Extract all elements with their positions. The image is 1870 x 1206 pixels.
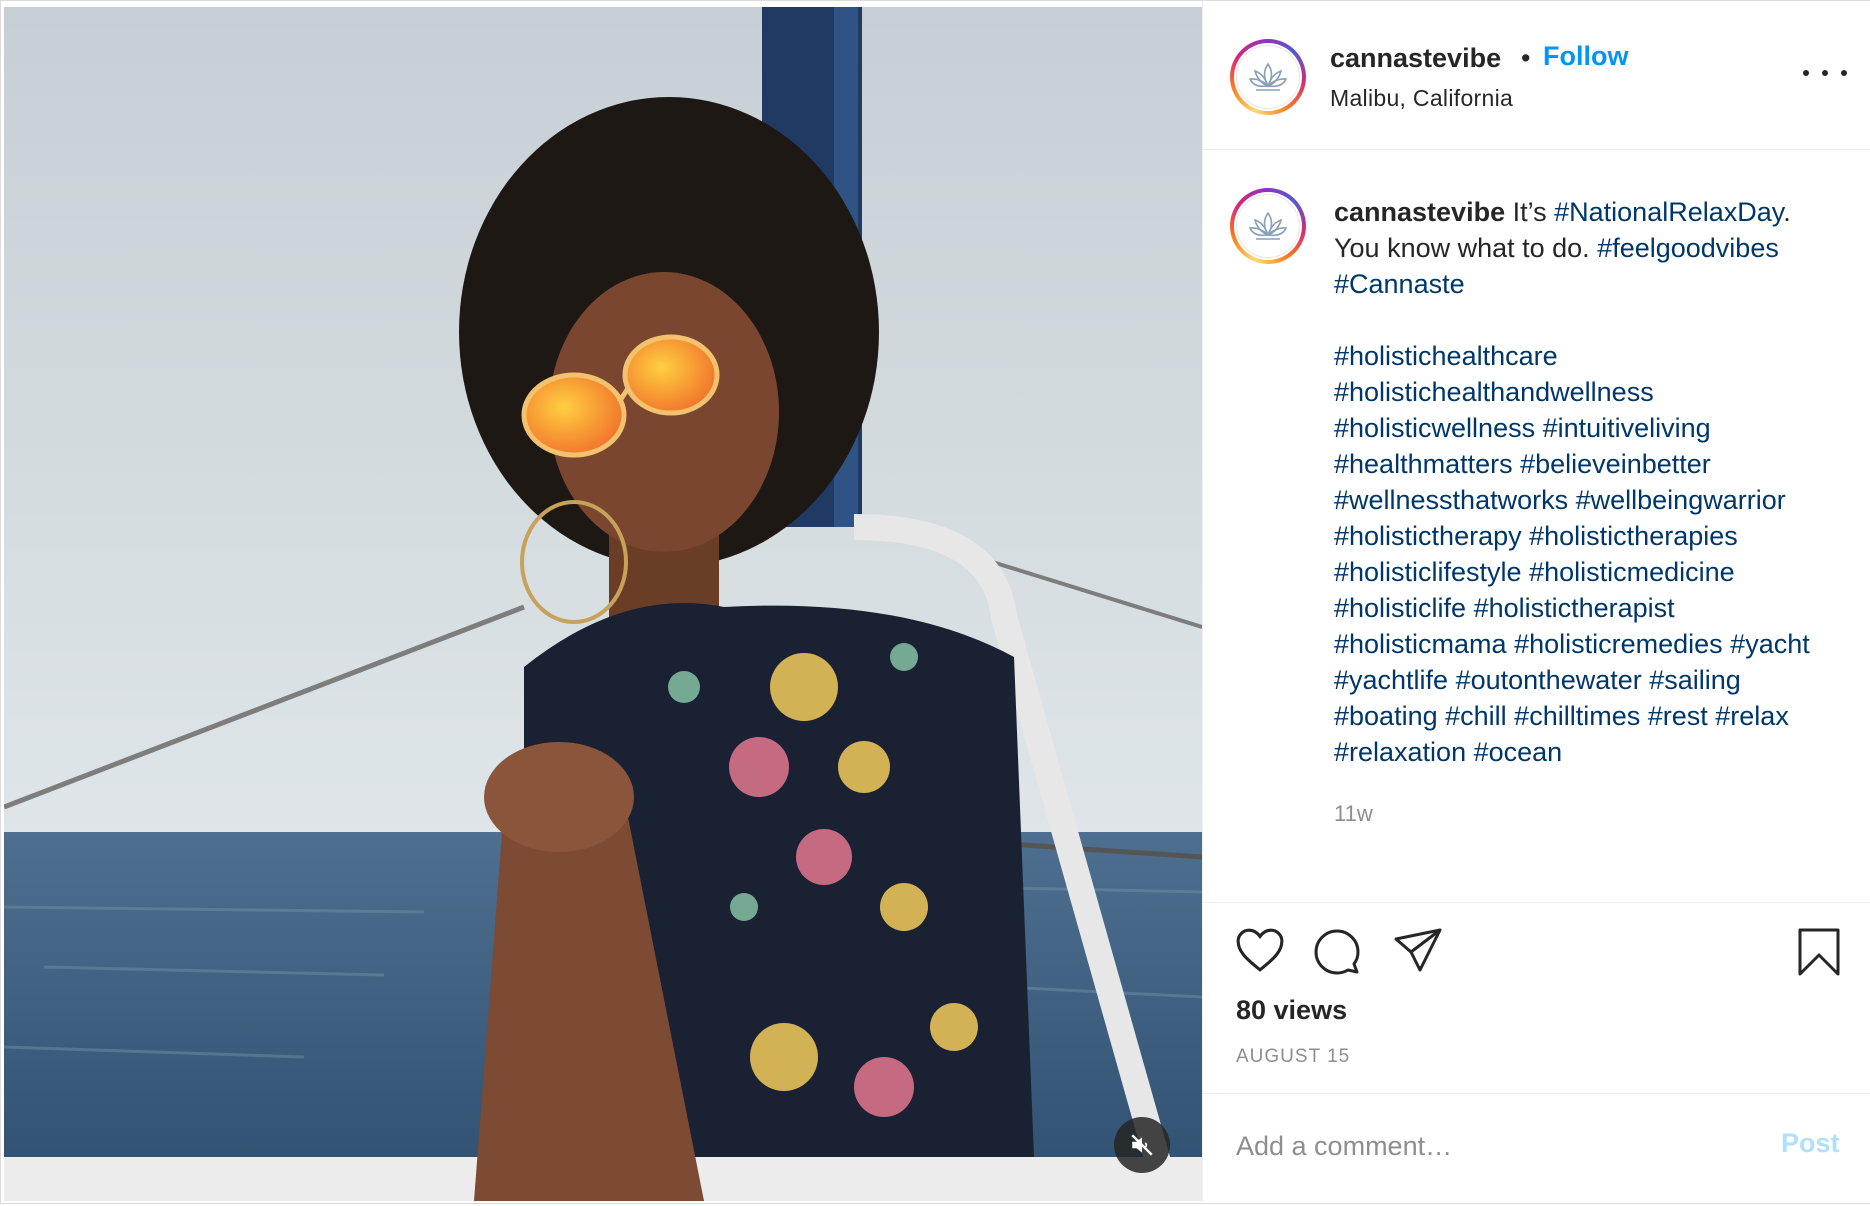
location-link[interactable]: Malibu, California	[1330, 85, 1513, 112]
comment-button[interactable]	[1313, 927, 1361, 980]
like-button[interactable]	[1235, 927, 1285, 978]
hashtag-link[interactable]: #holisticremedies	[1514, 629, 1723, 659]
hashtag-link[interactable]: #holistictherapist	[1474, 593, 1675, 623]
hashtag-link[interactable]: #yachtlife	[1334, 665, 1448, 695]
hashtag-link[interactable]: #wellnessthatworks	[1334, 485, 1568, 515]
caption-text-segment	[1466, 737, 1474, 767]
muted-speaker-icon	[1131, 1134, 1153, 1156]
avatar[interactable]	[1230, 39, 1306, 115]
caption-text-segment	[1738, 521, 1746, 551]
caption-text-segment	[1466, 593, 1474, 623]
mute-toggle-button[interactable]	[1114, 1117, 1170, 1173]
hashtag-link[interactable]: #chilltimes	[1514, 701, 1640, 731]
caption-text-segment	[1522, 557, 1530, 587]
caption-text-segment	[1535, 413, 1543, 443]
hashtag-link[interactable]: #relax	[1715, 701, 1789, 731]
hashtag-link[interactable]: #holistictherapy	[1334, 521, 1522, 551]
caption-avatar[interactable]	[1230, 188, 1306, 264]
caption-text-segment	[1513, 449, 1521, 479]
lotus-logo-icon	[1248, 62, 1288, 91]
hashtag-link[interactable]: #ocean	[1474, 737, 1563, 767]
hashtag-link[interactable]: #NationalRelaxDay	[1554, 197, 1783, 227]
caption-text-segment: It’s	[1505, 197, 1555, 227]
hashtag-link[interactable]: #believeinbetter	[1520, 449, 1711, 479]
post-side-panel: cannastevibe • Follow Malibu, California	[1202, 1, 1870, 1203]
hashtag-link[interactable]: #boating	[1334, 701, 1438, 731]
hashtag-link[interactable]: #holisticmama	[1334, 629, 1507, 659]
views-count[interactable]: 80 views	[1236, 995, 1347, 1026]
hashtag-link[interactable]: #holisticlife	[1334, 593, 1466, 623]
caption-text-segment	[1558, 341, 1566, 371]
hashtag-link[interactable]: #Cannaste	[1334, 269, 1465, 299]
caption-text-segment	[1789, 701, 1797, 731]
caption-text-segment	[1654, 377, 1662, 407]
caption-text-segment	[1448, 665, 1456, 695]
caption-username[interactable]: cannastevibe	[1334, 197, 1505, 227]
video-frame-illustration	[4, 7, 1202, 1201]
follow-button[interactable]: Follow	[1543, 41, 1628, 72]
caption-text-segment	[1438, 701, 1446, 731]
caption-text-segment	[1568, 485, 1576, 515]
caption-text: cannastevibe It’s #NationalRelaxDay. You…	[1334, 194, 1839, 770]
caption-text-segment	[1711, 449, 1719, 479]
post-header: cannastevibe • Follow Malibu, California	[1203, 1, 1870, 150]
hashtag-link[interactable]: #holistichealthcare	[1334, 341, 1558, 371]
hashtag-link[interactable]: #outonthewater	[1456, 665, 1642, 695]
comment-icon	[1314, 929, 1360, 975]
post-comment-button[interactable]: Post	[1781, 1128, 1840, 1159]
comment-input[interactable]	[1236, 1126, 1756, 1166]
hashtag-link[interactable]: #feelgoodvibes	[1597, 233, 1779, 263]
post-video[interactable]	[4, 7, 1202, 1201]
hashtag-link[interactable]: #holisticlifestyle	[1334, 557, 1522, 587]
bookmark-icon	[1798, 928, 1840, 976]
hashtag-link[interactable]: #rest	[1648, 701, 1708, 731]
hashtag-link[interactable]: #yacht	[1730, 629, 1810, 659]
hashtag-link[interactable]: #sailing	[1649, 665, 1741, 695]
hashtag-link[interactable]: #holisticmedicine	[1529, 557, 1735, 587]
post-date[interactable]: AUGUST 15	[1236, 1046, 1350, 1068]
header-username[interactable]: cannastevibe	[1330, 43, 1501, 74]
caption-text-segment	[1507, 629, 1515, 659]
hashtag-link[interactable]: #intuitiveliving	[1543, 413, 1711, 443]
hashtag-link[interactable]: #wellbeingwarrior	[1576, 485, 1786, 515]
comment-bar: Post	[1203, 1094, 1870, 1203]
caption-text-segment	[1640, 701, 1648, 731]
caption-text-segment	[1522, 521, 1530, 551]
hashtag-link[interactable]: #relaxation	[1334, 737, 1466, 767]
caption-text-segment	[1779, 233, 1787, 263]
caption-section: cannastevibe It’s #NationalRelaxDay. You…	[1203, 150, 1870, 903]
post-dialog: cannastevibe • Follow Malibu, California	[0, 0, 1870, 1204]
share-icon	[1394, 928, 1442, 972]
post-time-ago[interactable]: 11w	[1334, 801, 1373, 827]
hashtag-link[interactable]: #holisticwellness	[1334, 413, 1535, 443]
action-bar: 80 views AUGUST 15	[1203, 903, 1870, 1094]
caption-text-segment	[1735, 557, 1743, 587]
hashtag-link[interactable]: #holistictherapies	[1529, 521, 1738, 551]
caption-text-segment	[1711, 413, 1719, 443]
caption-text-segment	[1675, 593, 1683, 623]
hashtag-link[interactable]: #holistichealthandwellness	[1334, 377, 1654, 407]
hashtag-link[interactable]: #chill	[1445, 701, 1507, 731]
caption-text-segment	[1741, 665, 1749, 695]
more-options-icon	[1803, 70, 1809, 76]
caption-text-segment	[1810, 629, 1818, 659]
more-options-button[interactable]	[1803, 61, 1847, 85]
save-button[interactable]	[1797, 927, 1841, 982]
hashtag-link[interactable]: #healthmatters	[1334, 449, 1513, 479]
lotus-logo-icon	[1248, 211, 1288, 240]
caption-text-segment	[1786, 485, 1794, 515]
share-button[interactable]	[1393, 927, 1443, 978]
heart-icon	[1236, 928, 1284, 972]
separator-dot: •	[1521, 43, 1531, 73]
